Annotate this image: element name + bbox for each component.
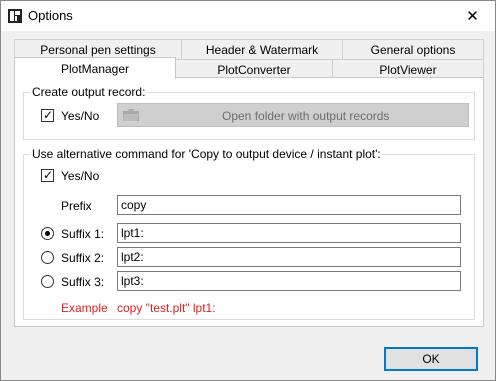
plotmanager-panel: Create output record: ✓ Yes/No Open fold… — [14, 77, 484, 327]
output-record-yes-no-label: Yes/No — [61, 109, 100, 123]
suffix-3-input[interactable]: lpt3: — [117, 271, 461, 291]
example-value: copy "test.plt" lpt1: — [117, 301, 216, 315]
tab-plotviewer[interactable]: PlotViewer — [332, 59, 484, 79]
close-button[interactable]: ✕ — [450, 1, 495, 31]
suffix-1-radio[interactable] — [41, 227, 54, 240]
suffix-3-radio[interactable] — [41, 275, 54, 288]
checkmark-icon: ✓ — [43, 168, 54, 182]
alt-command-checkbox[interactable]: ✓ — [41, 168, 54, 182]
checkmark-icon: ✓ — [43, 108, 54, 122]
output-record-group: Create output record: ✓ Yes/No Open fold… — [23, 85, 475, 140]
suffix-2-radio[interactable] — [41, 251, 54, 264]
ok-button[interactable]: OK — [384, 347, 478, 371]
tab-general-options[interactable]: General options — [342, 39, 484, 59]
tab-personal-pen-settings[interactable]: Personal pen settings — [14, 39, 182, 59]
tab-plotmanager[interactable]: PlotManager — [14, 57, 176, 79]
alt-command-group-title: Use alternative command for 'Copy to out… — [30, 147, 383, 161]
example-label: Example — [61, 301, 108, 315]
alt-command-group: Use alternative command for 'Copy to out… — [23, 147, 475, 320]
output-record-group-title: Create output record: — [30, 85, 148, 99]
app-icon — [8, 9, 22, 23]
radio-selected-dot — [45, 231, 50, 236]
suffix-2-label: Suffix 2: — [61, 251, 105, 265]
title-bar: Options ✕ — [1, 1, 495, 31]
open-folder-label: Open folder with output records — [222, 109, 390, 123]
suffix-3-label: Suffix 3: — [61, 275, 105, 289]
close-icon: ✕ — [466, 8, 479, 25]
output-record-checkbox[interactable]: ✓ — [41, 108, 54, 122]
suffix-1-input[interactable]: lpt1: — [117, 223, 461, 243]
suffix-1-label: Suffix 1: — [61, 227, 105, 241]
options-dialog: Options ✕ Personal pen settings Header &… — [0, 0, 496, 381]
prefix-label: Prefix — [61, 199, 92, 213]
folder-icon — [123, 109, 139, 121]
prefix-input[interactable]: copy — [117, 195, 461, 215]
tab-header-watermark[interactable]: Header & Watermark — [181, 39, 343, 59]
tab-plotconverter[interactable]: PlotConverter — [175, 59, 333, 79]
open-folder-button[interactable]: Open folder with output records — [117, 103, 469, 127]
suffix-2-input[interactable]: lpt2: — [117, 247, 461, 267]
alt-command-yes-no-label: Yes/No — [61, 169, 100, 183]
window-title: Options — [28, 8, 73, 23]
